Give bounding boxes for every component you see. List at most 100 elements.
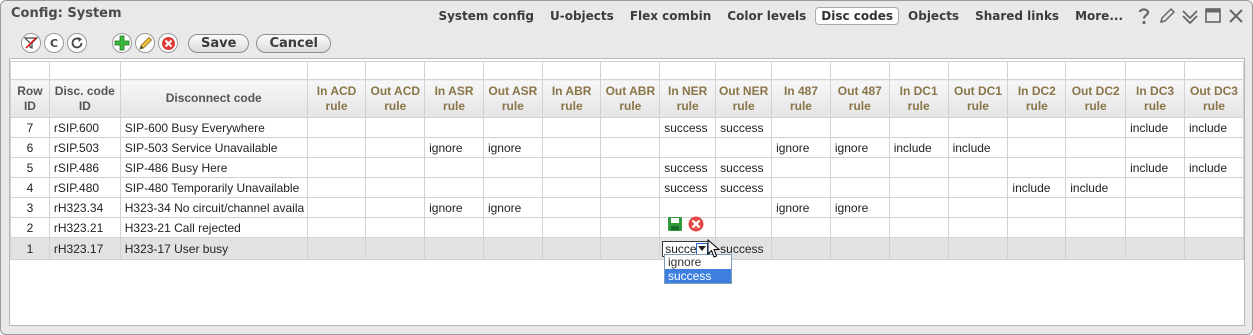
- col-header-in-abr[interactable]: In ABR rule: [541, 79, 602, 118]
- col-header-out-acd[interactable]: Out ACD rule: [365, 79, 426, 118]
- filter-cell[interactable]: [424, 61, 484, 80]
- row-id-cell: 1: [10, 237, 50, 260]
- rule-cell: [771, 117, 831, 138]
- filter-cell[interactable]: [1065, 61, 1127, 80]
- dropdown-option-success[interactable]: success: [665, 269, 731, 283]
- table-row[interactable]: 7 rSIP.600 SIP-600 Busy Everywhere succe…: [10, 117, 1244, 138]
- row-id-cell: 7: [10, 117, 50, 138]
- save-row-icon[interactable]: [666, 215, 683, 232]
- table-row[interactable]: 2 rH323.21 H323-21 Call rejected: [10, 217, 1244, 238]
- rule-cell: [1183, 237, 1244, 260]
- col-header-in-asr[interactable]: In ASR rule: [424, 79, 484, 118]
- rule-cell: [1007, 197, 1067, 218]
- rule-cell: [600, 137, 661, 158]
- rule-cell: [947, 197, 1009, 218]
- rule-cell: success: [659, 177, 717, 198]
- filter-cell[interactable]: [365, 61, 426, 80]
- tab-disc-codes[interactable]: Disc codes: [815, 7, 900, 25]
- col-header-in-dc1[interactable]: In DC1 rule: [888, 79, 949, 118]
- table-row-editing[interactable]: 1 rH323.17 H323-17 User busy succe succe…: [10, 237, 1244, 260]
- tab-system-config[interactable]: System config: [431, 7, 541, 25]
- clear-filter-icon[interactable]: [21, 33, 41, 53]
- config-window: Config: System System config U-objects F…: [0, 0, 1253, 335]
- col-header-out-abr[interactable]: Out ABR rule: [600, 79, 661, 118]
- filter-cell[interactable]: [888, 61, 949, 80]
- filter-cell[interactable]: [10, 61, 50, 80]
- tab-objects[interactable]: Objects: [901, 7, 966, 25]
- edit-icon[interactable]: [135, 33, 155, 53]
- filter-cell[interactable]: [48, 61, 121, 80]
- rule-cell: [947, 237, 1009, 260]
- collapse-icon[interactable]: [1180, 6, 1200, 26]
- rule-cell: ignore: [482, 137, 543, 158]
- rule-cell: [424, 117, 484, 138]
- rule-cell: include: [1183, 157, 1244, 178]
- table-row[interactable]: 6 rSIP.503 SIP-503 Service Unavailable i…: [10, 137, 1244, 158]
- delete-icon[interactable]: [158, 33, 178, 53]
- filter-cell[interactable]: [1125, 61, 1185, 80]
- mouse-pointer-icon: [707, 238, 721, 263]
- rule-cell: [771, 157, 831, 178]
- rule-cell: [482, 217, 543, 238]
- filter-cell[interactable]: [119, 61, 308, 80]
- c-icon[interactable]: C: [44, 33, 64, 53]
- refresh-icon[interactable]: [67, 33, 87, 53]
- help-icon[interactable]: [1134, 6, 1154, 26]
- rule-cell: [659, 137, 717, 158]
- disc-codes-table: Row ID Disc. code ID Disconnect code In …: [10, 61, 1244, 260]
- code-id-cell: rH323.21: [48, 217, 121, 238]
- filter-cell[interactable]: [829, 61, 890, 80]
- dropdown-option-ignore[interactable]: ignore: [665, 255, 731, 269]
- rule-cell: [541, 197, 602, 218]
- rule-cell: [888, 217, 949, 238]
- filter-cell[interactable]: [541, 61, 602, 80]
- col-header-in-dc2[interactable]: In DC2 rule: [1007, 79, 1067, 118]
- edit-pen-icon[interactable]: [1157, 6, 1177, 26]
- disconnect-code-cell: H323-34 No circuit/channel availa: [119, 197, 308, 218]
- maximize-icon[interactable]: [1203, 6, 1223, 26]
- cancel-row-icon[interactable]: [687, 215, 704, 232]
- disconnect-code-cell: H323-21 Call rejected: [119, 217, 308, 238]
- filter-cell[interactable]: [659, 61, 717, 80]
- filter-cell[interactable]: [715, 61, 773, 80]
- rule-cell: [888, 157, 949, 178]
- tab-shared-links[interactable]: Shared links: [968, 7, 1066, 25]
- col-header-in-dc3[interactable]: In DC3 rule: [1125, 79, 1185, 118]
- rule-cell: [888, 117, 949, 138]
- filter-cell[interactable]: [1007, 61, 1067, 80]
- col-header-disconnect-code[interactable]: Disconnect code: [119, 79, 308, 118]
- col-header-in-ner[interactable]: In NER rule: [659, 79, 717, 118]
- col-header-out-487[interactable]: Out 487 rule: [829, 79, 890, 118]
- table-row[interactable]: 3 rH323.34 H323-34 No circuit/channel av…: [10, 197, 1244, 218]
- col-header-in-acd[interactable]: In ACD rule: [306, 79, 367, 118]
- filter-cell[interactable]: [947, 61, 1009, 80]
- filter-cell[interactable]: [482, 61, 543, 80]
- save-button[interactable]: Save: [188, 33, 250, 53]
- filter-cell[interactable]: [306, 61, 367, 80]
- tab-color-levels[interactable]: Color levels: [720, 7, 813, 25]
- table-row[interactable]: 4 rSIP.480 SIP-480 Temporarily Unavailab…: [10, 177, 1244, 198]
- filter-cell[interactable]: [1183, 61, 1244, 80]
- tab-flex-combin[interactable]: Flex combin: [623, 7, 718, 25]
- rule-cell: success: [715, 177, 773, 198]
- col-header-out-dc3[interactable]: Out DC3 rule: [1183, 79, 1244, 118]
- rule-cell: [365, 237, 426, 260]
- col-header-out-dc2[interactable]: Out DC2 rule: [1065, 79, 1127, 118]
- col-header-out-ner[interactable]: Out NER rule: [715, 79, 773, 118]
- col-header-out-asr[interactable]: Out ASR rule: [482, 79, 543, 118]
- close-icon[interactable]: [1226, 6, 1246, 26]
- cancel-button[interactable]: Cancel: [256, 33, 331, 53]
- filter-cell[interactable]: [600, 61, 661, 80]
- rule-cell: [306, 137, 367, 158]
- col-header-out-dc1[interactable]: Out DC1 rule: [947, 79, 1009, 118]
- rule-cell: [1007, 137, 1067, 158]
- rule-cell: include: [1125, 117, 1185, 138]
- tab-u-objects[interactable]: U-objects: [543, 7, 621, 25]
- table-row[interactable]: 5 rSIP.486 SIP-486 Busy Here success suc…: [10, 157, 1244, 178]
- col-header-disc-code-id[interactable]: Disc. code ID: [48, 79, 121, 118]
- col-header-row-id[interactable]: Row ID: [10, 79, 50, 118]
- tab-more[interactable]: More...: [1068, 7, 1130, 25]
- filter-cell[interactable]: [771, 61, 831, 80]
- col-header-in-487[interactable]: In 487 rule: [771, 79, 831, 118]
- add-icon[interactable]: [112, 33, 132, 53]
